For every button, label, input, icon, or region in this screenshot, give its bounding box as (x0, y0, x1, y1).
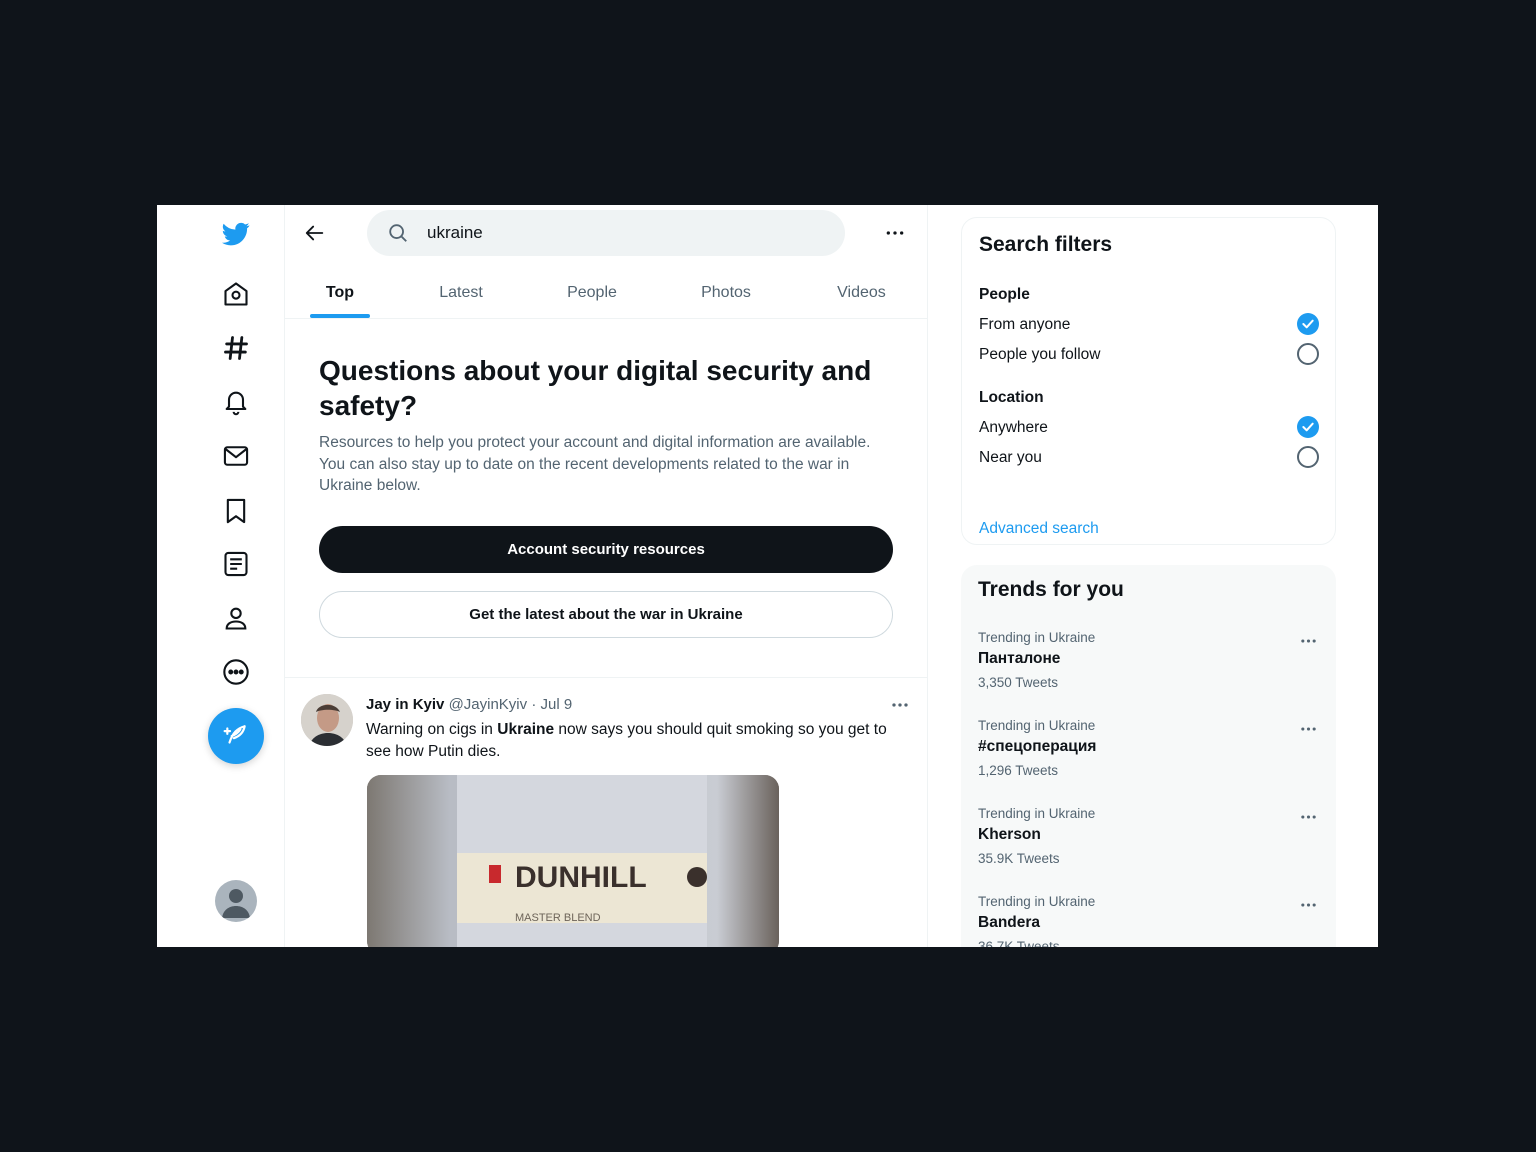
tweet-text: Warning on cigs in Ukraine now says you … (366, 721, 887, 760)
checkmark-icon (1302, 422, 1314, 432)
search-tabs: Top Latest People Photos Videos (285, 267, 928, 319)
location-filter-heading: Location (979, 389, 1044, 406)
filter-anywhere-radio[interactable] (1297, 416, 1319, 438)
tweet-author-avatar[interactable] (301, 694, 353, 746)
tweet-more-icon[interactable] (887, 695, 913, 715)
profile-icon[interactable] (220, 602, 252, 634)
main-column: Top Latest People Photos Videos Question… (285, 205, 928, 947)
tweet-header: Jay in Kyiv @JayinKyiv · Jul 9 (366, 696, 572, 713)
trend-item[interactable]: Trending in Ukraine Bandera 36.7K Tweets (961, 894, 1336, 947)
checkmark-icon (1302, 319, 1314, 329)
twitter-window: Top Latest People Photos Videos Question… (157, 205, 1378, 947)
trend-context: Trending in Ukraine (978, 718, 1096, 733)
trend-item[interactable]: Trending in Ukraine Kherson 35.9K Tweets (961, 806, 1336, 886)
war-in-ukraine-button[interactable]: Get the latest about the war in Ukraine (319, 591, 893, 638)
trend-name: Kherson (978, 826, 1041, 843)
filter-near-you-label[interactable]: Near you (979, 449, 1042, 467)
advanced-search-link[interactable]: Advanced search (979, 520, 1099, 538)
trend-count: 1,296 Tweets (978, 763, 1059, 778)
more-options-icon[interactable] (881, 219, 909, 247)
filter-from-anyone-label[interactable]: From anyone (979, 316, 1070, 334)
avatar-placeholder-icon (222, 889, 250, 918)
tweet-separator: · (531, 696, 537, 713)
search-filters-title: Search filters (979, 233, 1113, 256)
trend-context: Trending in Ukraine (978, 630, 1096, 645)
messages-envelope-icon[interactable] (220, 440, 252, 472)
trend-count: 3,350 Tweets (978, 675, 1059, 690)
trend-item[interactable]: Trending in Ukraine Панталоне 3,350 Twee… (961, 630, 1336, 710)
account-avatar[interactable] (215, 880, 257, 922)
search-filters-panel: Search filters People From anyone People… (961, 217, 1336, 545)
trend-more-icon[interactable] (1296, 634, 1320, 648)
people-filter-heading: People (979, 286, 1030, 303)
trend-name: Панталоне (978, 650, 1061, 667)
trend-context: Trending in Ukraine (978, 894, 1096, 909)
promo-title: Questions about your digital security an… (319, 355, 872, 421)
trend-name: Bandera (978, 914, 1041, 931)
trends-panel: Trends for you Trending in Ukraine Панта… (961, 565, 1336, 947)
trend-more-icon[interactable] (1296, 722, 1320, 736)
more-circle-icon[interactable] (220, 656, 252, 688)
filter-anywhere-label[interactable]: Anywhere (979, 419, 1048, 437)
media-subline-text: MASTER BLEND (515, 912, 601, 924)
search-bar[interactable] (367, 210, 845, 256)
promo-description: Resources to help you protect your accou… (319, 434, 871, 494)
filter-near-you-radio[interactable] (1297, 446, 1319, 468)
tab-people[interactable]: People (527, 267, 657, 319)
tweet-author-name[interactable]: Jay in Kyiv (366, 696, 444, 713)
search-input[interactable] (427, 223, 807, 243)
tab-latest[interactable]: Latest (395, 267, 527, 319)
trend-name: #спецоперация (978, 738, 1097, 755)
trend-count: 35.9K Tweets (978, 851, 1060, 866)
notifications-bell-icon[interactable] (220, 386, 252, 418)
twitter-logo-icon[interactable] (220, 218, 252, 250)
media-brand-text: DUNHILL (515, 861, 647, 894)
compose-tweet-button[interactable] (208, 708, 264, 764)
bookmark-icon[interactable] (220, 495, 252, 527)
tab-videos[interactable]: Videos (795, 267, 928, 319)
active-tab-indicator (310, 314, 370, 318)
filter-people-you-follow-label[interactable]: People you follow (979, 346, 1101, 364)
trend-count: 36.7K Tweets (978, 939, 1060, 947)
trend-more-icon[interactable] (1296, 898, 1320, 912)
sidebar-nav (157, 205, 285, 947)
back-arrow-icon[interactable] (301, 219, 329, 247)
tab-photos[interactable]: Photos (657, 267, 795, 319)
filter-people-you-follow-radio[interactable] (1297, 343, 1319, 365)
divider (285, 677, 928, 678)
account-security-resources-button[interactable]: Account security resources (319, 526, 893, 573)
lists-icon[interactable] (220, 548, 252, 580)
filter-from-anyone-radio[interactable] (1297, 313, 1319, 335)
tab-top[interactable]: Top (285, 267, 395, 319)
explore-hashtag-icon[interactable] (220, 332, 252, 364)
tweet-author-handle[interactable]: @JayinKyiv (449, 696, 528, 713)
trends-title: Trends for you (978, 578, 1124, 601)
trend-item[interactable]: Trending in Ukraine #спецоперация 1,296 … (961, 718, 1336, 798)
compose-feather-icon (223, 725, 246, 744)
trend-context: Trending in Ukraine (978, 806, 1096, 821)
home-icon[interactable] (220, 278, 252, 310)
tweet-media-image[interactable]: DUNHILL MASTER BLEND (367, 775, 779, 947)
tweet-highlight: Ukraine (497, 721, 555, 738)
trend-more-icon[interactable] (1296, 810, 1320, 824)
search-icon (389, 224, 407, 242)
tweet-date[interactable]: Jul 9 (541, 696, 573, 713)
